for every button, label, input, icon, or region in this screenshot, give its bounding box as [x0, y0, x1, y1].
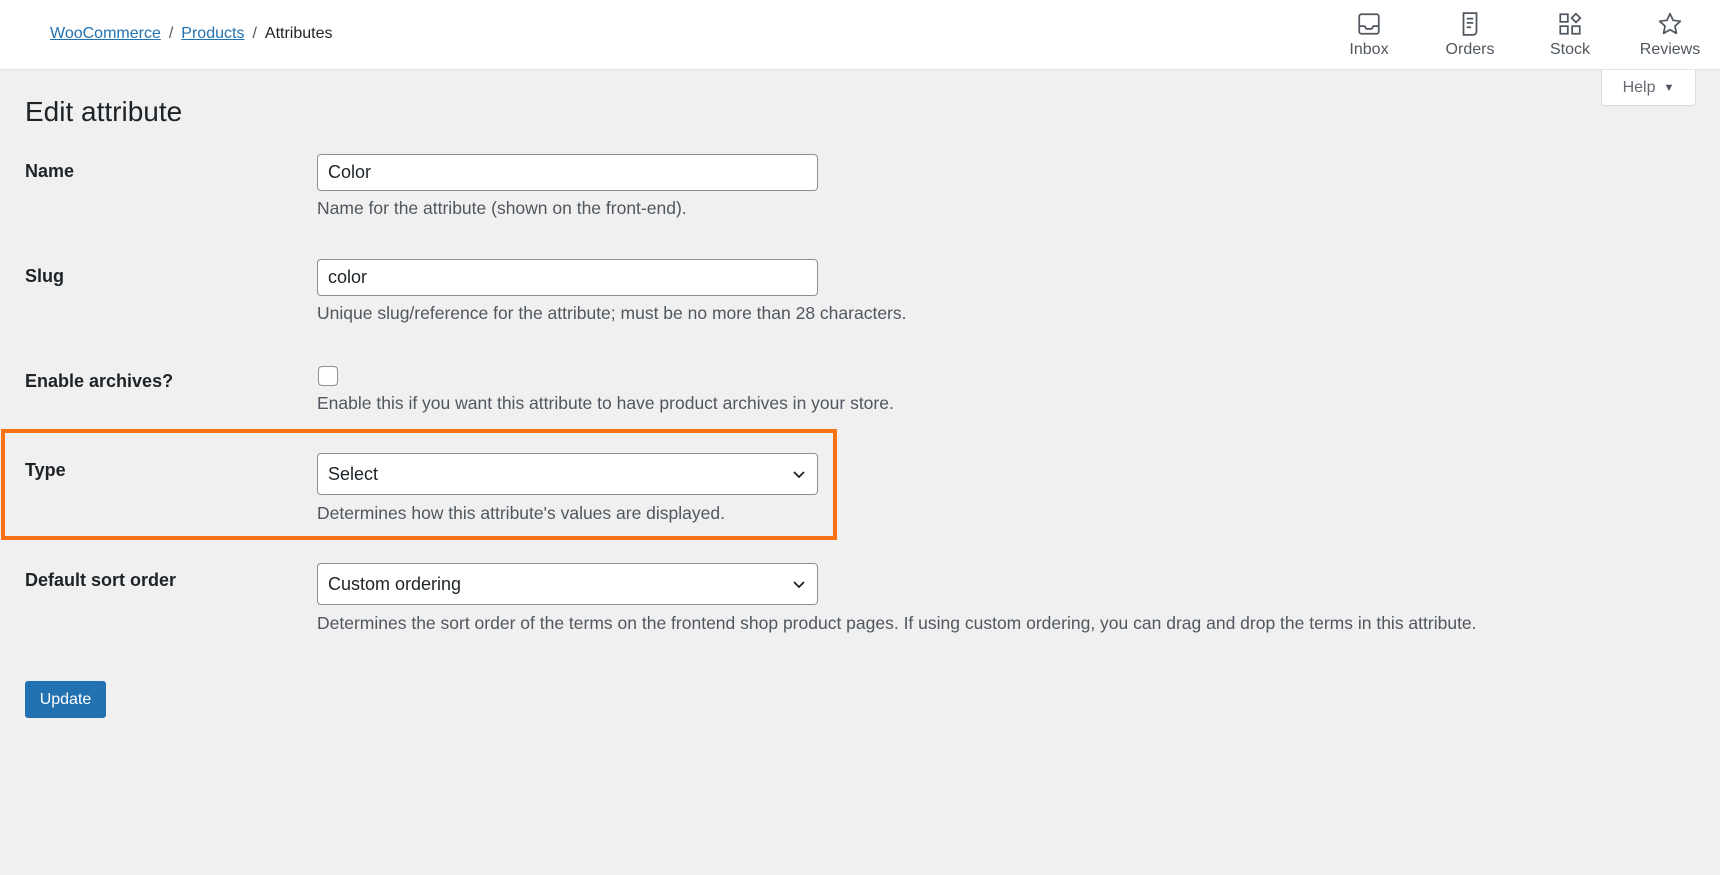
help-label: Help — [1622, 78, 1656, 96]
slug-label: Slug — [25, 266, 64, 286]
name-description: Name for the attribute (shown on the fro… — [317, 198, 687, 218]
inbox-icon — [1358, 13, 1380, 35]
breadcrumb-products-link[interactable]: Products — [181, 25, 244, 43]
archives-description: Enable this if you want this attribute t… — [317, 393, 894, 413]
breadcrumb-separator: / — [168, 25, 174, 42]
sort-order-label: Default sort order — [25, 570, 177, 590]
reviews-label: Reviews — [1639, 41, 1701, 58]
enable-archives-checkbox[interactable] — [318, 366, 338, 386]
star-icon — [1658, 12, 1682, 35]
type-select[interactable]: Select — [317, 453, 818, 495]
orders-button[interactable]: Orders — [1440, 0, 1500, 70]
type-description: Determines how this attribute's values a… — [317, 503, 725, 523]
type-label: Type — [25, 460, 66, 480]
update-button[interactable]: Update — [25, 681, 106, 718]
breadcrumb-separator: / — [252, 25, 257, 42]
top-bar: WooCommerce / Products / Attributes Inbo… — [0, 0, 1720, 70]
breadcrumb: WooCommerce / Products / Attributes — [50, 25, 332, 43]
orders-label: Orders — [1445, 41, 1495, 58]
slug-input[interactable] — [317, 259, 818, 296]
type-selected-value: Select — [328, 463, 379, 484]
slug-description: Unique slug/reference for the attribute;… — [317, 303, 907, 323]
help-tab[interactable]: Help ▼ — [1601, 70, 1696, 106]
page-title: Edit attribute — [25, 96, 183, 127]
sort-order-description: Determines the sort order of the terms o… — [317, 613, 1477, 633]
inbox-label: Inbox — [1349, 41, 1389, 58]
stock-icon — [1559, 12, 1582, 35]
sort-order-selected-value: Custom ordering — [328, 573, 462, 594]
inbox-button[interactable]: Inbox — [1340, 0, 1398, 70]
archives-label: Enable archives? — [25, 371, 174, 391]
stock-button[interactable]: Stock — [1540, 0, 1600, 70]
breadcrumb-current: Attributes — [264, 25, 333, 42]
chevron-down-icon — [793, 581, 805, 589]
sort-order-select[interactable]: Custom ordering — [317, 563, 818, 605]
caret-down-icon: ▼ — [1663, 81, 1675, 94]
orders-icon — [1462, 12, 1478, 36]
breadcrumb-woocommerce-link[interactable]: WooCommerce — [50, 25, 161, 43]
chevron-down-icon — [793, 471, 805, 479]
reviews-button[interactable]: Reviews — [1636, 0, 1704, 70]
name-label: Name — [25, 161, 75, 181]
name-input[interactable] — [317, 154, 818, 191]
stock-label: Stock — [1549, 41, 1590, 58]
